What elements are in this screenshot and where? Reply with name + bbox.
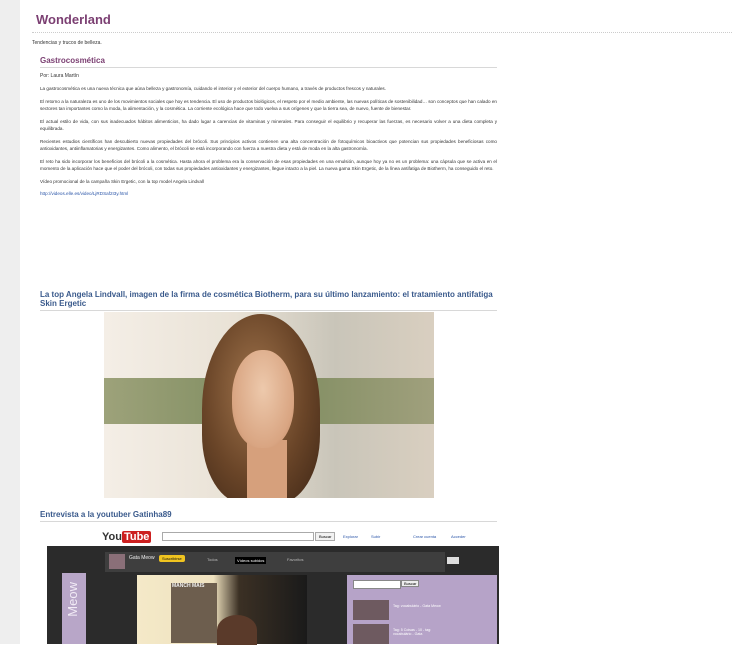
sidebar-video-title[interactable]: Tag: 5 Coisas - 10 - tag: vocabulário - … bbox=[393, 628, 449, 636]
post-title[interactable]: Gastrocosmética bbox=[40, 56, 497, 68]
channel-header bbox=[105, 552, 445, 572]
post-angela-lindvall: La top Angela Lindvall, imagen de la fir… bbox=[40, 290, 497, 311]
tab-uploads[interactable]: Vídeos subidos bbox=[235, 557, 267, 564]
tab-all[interactable]: Todos bbox=[207, 557, 218, 562]
youtube-embed[interactable]: You Tube Buscar Explorar Subir Crear cuen… bbox=[47, 528, 499, 645]
channel-search-button[interactable]: Buscar bbox=[401, 580, 420, 587]
youtube-create-account-link[interactable]: Crear cuenta bbox=[413, 534, 436, 539]
channel-name[interactable]: Gata Meow bbox=[129, 555, 155, 561]
youtube-search-input[interactable] bbox=[162, 532, 314, 541]
title-divider bbox=[32, 32, 732, 33]
post-entrevista: Entrevista a la youtuber Gatinha89 bbox=[40, 510, 497, 522]
post-author: Por: Laura Martín bbox=[40, 73, 79, 79]
youtube-sign-in-link[interactable]: Acceder bbox=[451, 534, 466, 539]
youtube-explore-link[interactable]: Explorar bbox=[343, 534, 358, 539]
angela-lindvall-photo bbox=[104, 312, 434, 498]
video-thumbnail[interactable] bbox=[353, 600, 389, 620]
post-title[interactable]: La top Angela Lindvall, imagen de la fir… bbox=[40, 290, 497, 311]
post-title[interactable]: Entrevista a la youtuber Gatinha89 bbox=[40, 510, 497, 522]
blog-tagline: Tendencias y trucos de belleza. bbox=[32, 40, 102, 46]
blog-title[interactable]: Wonderland bbox=[36, 12, 111, 27]
video-player[interactable]: MANCH MAIS bbox=[137, 575, 307, 645]
post-paragraph: El reto ha sido incorporar los beneficio… bbox=[40, 159, 497, 171]
video-link[interactable]: http://videos.elle.es/video/LjRDSaf2I3y.… bbox=[40, 191, 497, 196]
post-paragraph: Recientes estudios científicos han descu… bbox=[40, 139, 497, 151]
youtube-search-button[interactable]: Buscar bbox=[315, 532, 336, 541]
channel-search-input[interactable] bbox=[353, 580, 401, 589]
subscribe-button[interactable]: Suscribirse bbox=[159, 555, 185, 562]
grid-view-icon[interactable] bbox=[447, 557, 459, 564]
left-rail bbox=[0, 0, 20, 644]
post-paragraph: Vídeo promocional de la campaña Skin Erg… bbox=[40, 179, 204, 184]
poster-text: MANCH MAIS bbox=[172, 583, 205, 589]
video-thumbnail[interactable] bbox=[353, 624, 389, 644]
channel-avatar[interactable] bbox=[109, 554, 125, 569]
post-paragraph: El retorno a la naturaleza es uno de los… bbox=[40, 99, 497, 111]
post-paragraph: La gastrocosmética es una nueva técnica … bbox=[40, 86, 387, 91]
sidebar-video-title[interactable]: Tag: vocabulário - Gata Meow bbox=[393, 604, 449, 608]
tab-favorites[interactable]: Favoritos bbox=[287, 557, 303, 562]
channel-meow-text: Meow bbox=[65, 582, 80, 617]
youtube-upload-link[interactable]: Subir bbox=[371, 534, 380, 539]
post-gastrocosmetica: Gastrocosmética Por: Laura Martín La gas… bbox=[40, 56, 497, 196]
youtube-logo[interactable]: You Tube bbox=[102, 531, 152, 543]
post-paragraph: El actual estilo de vida, con sus inadec… bbox=[40, 119, 497, 131]
